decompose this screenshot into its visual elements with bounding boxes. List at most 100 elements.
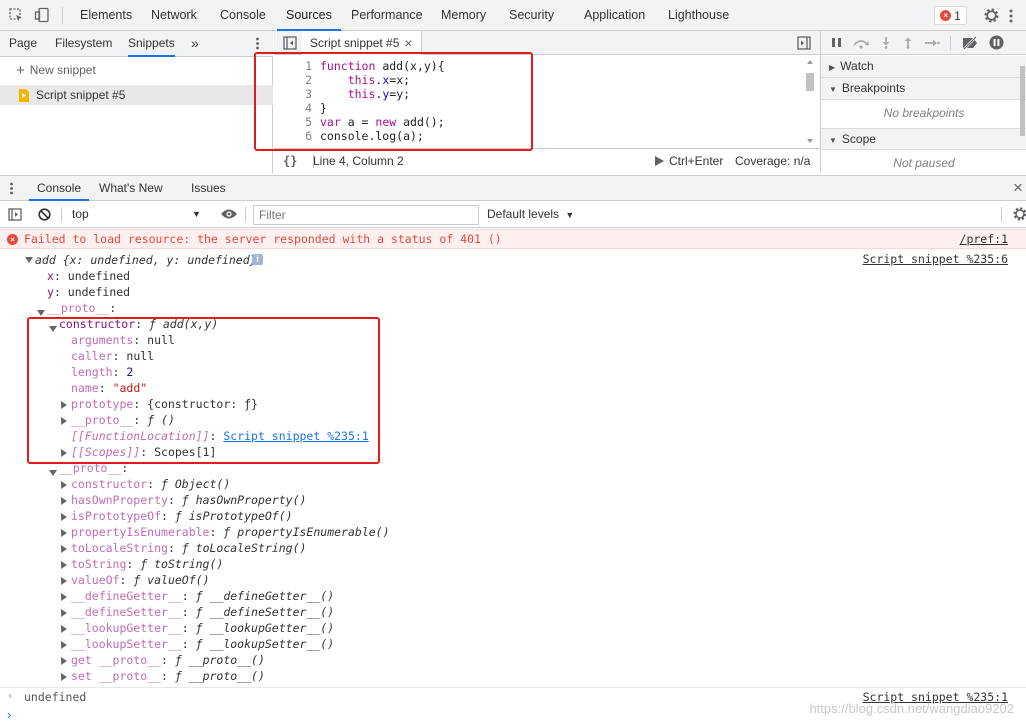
editor-status-bar: {} Line 4, Column 2 Ctrl+Enter Coverage:… [274,148,820,173]
collapsed-triangle-icon[interactable] [61,577,67,585]
collapsed-triangle-icon[interactable] [61,529,67,537]
object-proto-method[interactable]: set __proto__: ƒ __proto__() [71,668,265,684]
top-tab-console[interactable]: Console [220,0,266,31]
step-into-icon[interactable] [880,36,892,49]
collapse-icon: ▼ [829,85,837,94]
object-proto-method[interactable]: __defineSetter__: ƒ __defineSetter__() [71,604,334,620]
tab-issues[interactable]: Issues [191,176,226,201]
run-snippet-button[interactable]: Ctrl+Enter [655,154,723,168]
proto-header[interactable]: __proto__: [47,300,116,316]
show-sidebar-icon[interactable] [8,208,22,221]
toolbar-divider [61,207,62,222]
step-out-icon[interactable] [902,36,914,49]
toggle-debugger-icon[interactable] [797,36,811,50]
collapsed-triangle-icon[interactable] [61,497,67,505]
top-tab-elements[interactable]: Elements [80,0,132,31]
scope-section-header[interactable]: ▼ Scope [821,128,1026,150]
toggle-navigator-icon[interactable] [283,36,297,50]
collapsed-triangle-icon[interactable] [61,609,67,617]
top-tab-security[interactable]: Security [509,0,554,31]
result-value: undefined [24,690,87,704]
collapsed-triangle-icon[interactable] [61,657,67,665]
live-expression-eye-icon[interactable] [220,208,238,220]
top-tab-memory[interactable]: Memory [441,0,486,31]
object-summary[interactable]: add {x: undefined, y: undefined} [35,252,257,268]
object-proto-method[interactable]: valueOf: ƒ valueOf() [71,572,210,588]
drawer-menu-icon[interactable] [9,181,14,196]
step-over-icon[interactable] [852,37,870,49]
inspect-element-icon[interactable] [9,8,24,23]
object-proto-method[interactable]: hasOwnProperty: ƒ hasOwnProperty() [71,492,306,508]
highlight-box-constructor [27,317,380,464]
pretty-print-button[interactable]: {} [283,154,297,168]
object-proto-method[interactable]: propertyIsEnumerable: ƒ propertyIsEnumer… [71,524,390,540]
top-tab-lighthouse[interactable]: Lighthouse [668,0,729,31]
console-log-output: add {x: undefined, y: undefined} i Script … [0,250,1026,686]
debugger-scrollbar[interactable] [1020,66,1025,136]
clear-console-icon[interactable] [38,208,51,221]
console-settings-gear-icon[interactable] [1012,206,1026,222]
tab-console[interactable]: Console [29,176,90,201]
info-icon[interactable]: i [252,254,263,265]
settings-gear-icon[interactable] [983,7,1000,24]
collapsed-triangle-icon[interactable] [61,561,67,569]
top-tab-performance[interactable]: Performance [351,0,423,31]
more-tabs-icon[interactable]: » [191,31,199,57]
navigator-menu-icon[interactable] [255,36,260,51]
object-proto-method[interactable]: isPrototypeOf: ƒ isPrototypeOf() [71,508,293,524]
expanded-triangle-icon[interactable] [25,257,33,263]
tab-filesystem[interactable]: Filesystem [55,31,112,57]
tab-whats-new[interactable]: What's New [99,176,163,201]
watch-section-header[interactable]: ▶ Watch [821,56,1026,78]
object-proto-method[interactable]: toLocaleString: ƒ toLocaleString() [71,540,306,556]
pause-icon[interactable] [831,37,842,48]
property-x[interactable]: x: undefined [47,268,130,284]
more-options-icon[interactable] [1008,8,1014,24]
dropdown-arrow-icon: ▼ [565,210,575,220]
close-tab-icon[interactable]: × [404,35,412,51]
snippet-item[interactable]: Script snippet #5 [0,85,273,105]
expanded-triangle-icon[interactable] [37,310,45,316]
context-selector[interactable]: top ▼ [64,204,206,225]
tab-snippets[interactable]: Snippets [128,31,175,57]
property-y[interactable]: y: undefined [47,284,130,300]
expanded-triangle-icon[interactable] [49,470,57,476]
log-source-link[interactable]: Script snippet %235:6 [863,252,1008,266]
object-proto-method[interactable]: toString: ƒ toString() [71,556,223,572]
top-tab-sources[interactable]: Sources [277,0,341,31]
object-proto-method[interactable]: constructor: ƒ Object() [71,476,230,492]
collapsed-triangle-icon[interactable] [61,625,67,633]
breakpoints-section-header[interactable]: ▼ Breakpoints [821,78,1026,100]
object-proto-method[interactable]: get __proto__: ƒ __proto__() [71,652,265,668]
step-icon[interactable] [924,37,940,49]
plus-icon: + [16,61,25,79]
collapsed-triangle-icon[interactable] [61,593,67,601]
collapsed-triangle-icon[interactable] [61,513,67,521]
log-levels-label: Default levels [487,207,560,221]
collapsed-triangle-icon[interactable] [61,641,67,649]
device-toolbar-icon[interactable] [34,7,50,23]
object-proto-method[interactable]: __lookupGetter__: ƒ __lookupGetter__() [71,620,334,636]
editor-scrollbar[interactable] [806,59,814,143]
filter-input[interactable] [253,205,479,225]
error-count-badge[interactable]: × 1 [934,6,967,25]
collapsed-triangle-icon[interactable] [61,545,67,553]
pause-on-exceptions-icon[interactable] [989,35,1004,50]
drawer-tabs: Console What's New Issues × [0,175,1026,201]
console-error-message: × Failed to load resource: the server re… [0,229,1026,249]
object-proto-method[interactable]: __lookupSetter__: ƒ __lookupSetter__() [71,636,334,652]
deactivate-breakpoints-icon[interactable] [961,35,979,50]
log-levels-dropdown[interactable]: Default levels ▼ [487,204,574,225]
top-tab-application[interactable]: Application [584,0,645,31]
top-tab-network[interactable]: Network [151,0,197,31]
breakpoints-label: Breakpoints [841,81,906,95]
toolbar-divider [1001,207,1002,222]
collapsed-triangle-icon[interactable] [61,673,67,681]
new-snippet-button[interactable]: + New snippet [16,61,96,79]
object-proto-method[interactable]: __defineGetter__: ƒ __defineGetter__() [71,588,334,604]
close-drawer-icon[interactable]: × [1013,178,1023,198]
run-shortcut-label: Ctrl+Enter [669,154,724,168]
error-source-link[interactable]: /pref:1 [960,232,1008,246]
tab-page[interactable]: Page [9,31,37,57]
collapsed-triangle-icon[interactable] [61,481,67,489]
